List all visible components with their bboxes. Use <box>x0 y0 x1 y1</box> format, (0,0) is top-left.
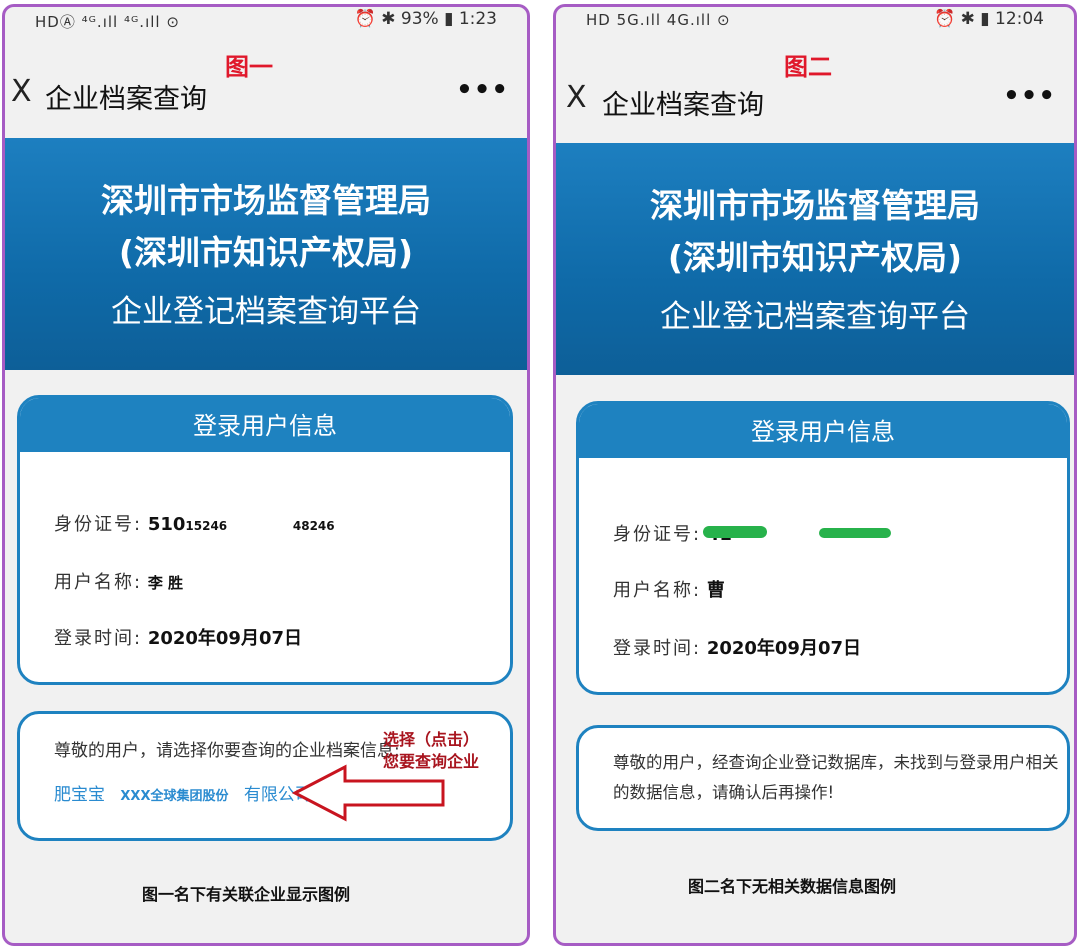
arrow-shape <box>291 764 445 822</box>
banner-title-line1: 深圳市市场监督管理局 <box>101 181 431 220</box>
callout-line2: 您要查询企业 <box>383 752 480 771</box>
redaction-mark <box>819 528 891 538</box>
no-data-notice-card: 尊敬的用户，经查询企业登记数据库，未找到与登录用户相关 的数据信息，请确认后再操… <box>576 725 1070 831</box>
id-value-mid: 15246 <box>185 519 228 533</box>
time-row: 登录时间: 2020年09月07日 <box>613 634 861 660</box>
user-info-header: 登录用户信息 <box>20 398 510 452</box>
id-row: 身份证号: 51015246 48246 <box>54 510 335 536</box>
id-value-prefix: 510 <box>147 514 186 535</box>
status-bar: HD 5G.ıll 4G.ıll ⊙ ⏰ ✱ ▮ 12:04 <box>556 7 1074 35</box>
banner-subtitle: 企业登记档案查询平台 <box>660 299 970 335</box>
figure-caption: 图二名下无相关数据信息图例 <box>687 877 896 896</box>
no-data-message-line1: 尊敬的用户，经查询企业登记数据库，未找到与登录用户相关 <box>613 753 1059 772</box>
company-link-part-2[interactable]: XXX全球集团股份 <box>120 789 228 804</box>
user-info-card: 登录用户信息 身份证号: 41 用户名称: 曹 登录时间: 2020年09月07… <box>576 401 1070 695</box>
more-icon[interactable]: ••• <box>456 75 509 105</box>
id-label: 身份证号: <box>54 514 143 535</box>
select-company-message: 尊敬的用户，请选择你要查询的企业档案信息: <box>54 741 400 761</box>
figure-caption: 图一名下有关联企业显示图例 <box>141 885 350 904</box>
close-icon[interactable]: X <box>566 83 587 113</box>
name-row: 用户名称: 李 胜 <box>54 568 183 594</box>
phone-screenshot-1: HDⒶ ⁴ᴳ.ıll ⁴ᴳ.ıll ⊙ ⏰ ✱ 93% ▮ 1:23 图一 X … <box>2 4 530 946</box>
header-banner: 深圳市市场监督管理局 (深圳市知识产权局) 企业登记档案查询平台 <box>5 138 527 370</box>
figure-label: 图二 <box>784 53 832 81</box>
more-icon[interactable]: ••• <box>1003 81 1056 111</box>
user-info-card: 登录用户信息 身份证号: 51015246 48246 用户名称: 李 胜 登录… <box>17 395 513 685</box>
banner-title-line1: 深圳市市场监督管理局 <box>650 186 980 225</box>
close-icon[interactable]: X <box>11 77 32 107</box>
status-icons-left: HDⒶ ⁴ᴳ.ıll ⁴ᴳ.ıll ⊙ <box>35 13 180 31</box>
app-title: 企业档案查询 <box>602 90 764 121</box>
company-link[interactable]: 肥宝宝 XXX全球集团股份 有限公司 <box>54 780 322 805</box>
header-banner: 深圳市市场监督管理局 (深圳市知识产权局) 企业登记档案查询平台 <box>556 143 1074 375</box>
status-icons-left: HD 5G.ıll 4G.ıll ⊙ <box>586 11 731 29</box>
id-label: 身份证号: <box>613 524 702 545</box>
figure-label: 图一 <box>225 53 273 81</box>
name-row: 用户名称: 曹 <box>613 576 725 602</box>
no-data-message-line2: 的数据信息，请确认后再操作! <box>613 783 835 802</box>
name-value: 曹 <box>706 580 725 601</box>
redaction-mark <box>703 526 767 538</box>
name-label: 用户名称: <box>613 580 702 601</box>
company-link-part-1[interactable]: 肥宝宝 <box>54 785 105 805</box>
banner-title-line2: (深圳市知识产权局) <box>118 233 414 272</box>
time-label: 登录时间: <box>613 638 702 659</box>
phone-screenshot-2: HD 5G.ıll 4G.ıll ⊙ ⏰ ✱ ▮ 12:04 图二 X 企业档案… <box>553 4 1077 946</box>
status-icons-right: ⏰ ✱ ▮ 12:04 <box>934 9 1044 29</box>
status-icons-right: ⏰ ✱ 93% ▮ 1:23 <box>354 9 497 29</box>
no-data-message: 尊敬的用户，经查询企业登记数据库，未找到与登录用户相关 的数据信息，请确认后再操… <box>613 748 1059 808</box>
app-title: 企业档案查询 <box>45 84 207 115</box>
banner-title-line2: (深圳市知识产权局) <box>667 238 963 277</box>
callout-line1: 选择（点击） <box>383 730 480 749</box>
time-value: 2020年09月07日 <box>706 638 862 659</box>
status-bar: HDⒶ ⁴ᴳ.ıll ⁴ᴳ.ıll ⊙ ⏰ ✱ 93% ▮ 1:23 <box>5 7 527 35</box>
callout-annotation: 选择（点击） 您要查询企业 <box>383 729 479 773</box>
name-value: 李 胜 <box>147 574 184 592</box>
id-value-suffix: 48246 <box>292 519 335 533</box>
time-row: 登录时间: 2020年09月07日 <box>54 624 302 650</box>
title-bar: 图一 X 企业档案查询 ••• <box>5 37 527 137</box>
user-info-header: 登录用户信息 <box>579 404 1067 458</box>
time-value: 2020年09月07日 <box>147 628 303 649</box>
banner-subtitle: 企业登记档案查询平台 <box>111 294 421 330</box>
time-label: 登录时间: <box>54 628 143 649</box>
title-bar: 图二 X 企业档案查询 ••• <box>556 37 1074 137</box>
name-label: 用户名称: <box>54 572 143 593</box>
